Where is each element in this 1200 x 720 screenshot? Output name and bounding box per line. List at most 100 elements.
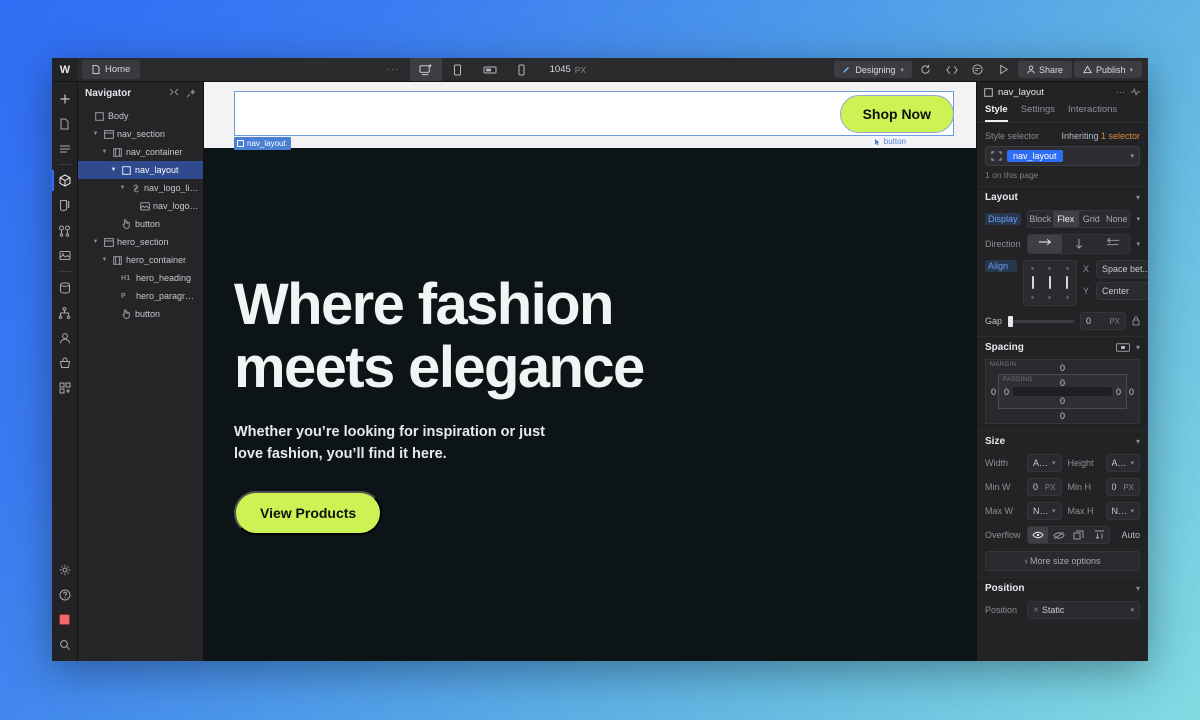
tab-settings[interactable]: Settings (1021, 104, 1055, 122)
breakpoint-tablet-icon[interactable] (442, 58, 474, 81)
chevron-down-icon-spacing[interactable]: ▾ (1136, 343, 1140, 352)
collapse-all-icon[interactable] (169, 88, 179, 98)
rail-logic-panel[interactable] (52, 300, 78, 325)
navigator-item-hero_paragraph[interactable]: Phero_paragraph (78, 287, 203, 305)
element-health-icon[interactable] (1130, 87, 1141, 97)
navigator-item-hero_section[interactable]: ▼ hero_section (78, 233, 203, 251)
code-icon[interactable] (940, 60, 964, 80)
rail-assets-panel[interactable] (52, 243, 78, 268)
gap-lock-icon[interactable] (1132, 316, 1140, 326)
shop-now-button[interactable]: Shop Now (839, 94, 954, 133)
selector-chip[interactable]: nav_layout (1007, 150, 1063, 162)
max-width-field[interactable]: None ▾ (1027, 502, 1062, 520)
navigator-item-hero_heading[interactable]: H1 hero_heading (78, 269, 203, 287)
share-button[interactable]: Share (1017, 61, 1072, 78)
disclosure-triangle-icon[interactable]: ▼ (118, 185, 127, 191)
rail-variables-panel[interactable] (52, 218, 78, 243)
navigator-item-nav_logo_link[interactable]: ▼ nav_logo_link (78, 179, 203, 197)
disclosure-triangle-icon[interactable]: ▼ (109, 167, 118, 173)
min-height-field[interactable]: 0 PX (1105, 478, 1140, 496)
rail-users-panel[interactable] (52, 325, 78, 350)
tab-style[interactable]: Style (985, 104, 1008, 122)
rail-style-manager-panel[interactable] (52, 193, 78, 218)
view-products-button[interactable]: View Products (234, 490, 383, 535)
align-x-select[interactable]: Space bet... ▾ (1096, 260, 1148, 278)
tab-interactions[interactable]: Interactions (1068, 104, 1117, 122)
overflow-scroll-icon[interactable] (1069, 527, 1089, 543)
chevron-down-icon-position[interactable]: ▾ (1136, 584, 1140, 593)
overflow-auto-label[interactable]: Auto (1116, 530, 1140, 540)
rail-add-panel[interactable] (52, 86, 78, 111)
margin-left-value[interactable]: 0 (991, 387, 996, 397)
more-size-options-button[interactable]: › More size options (985, 551, 1140, 571)
overflow-auto-icon[interactable] (1089, 527, 1109, 543)
rail-color-swatch-icon[interactable] (52, 607, 78, 632)
webflow-logo[interactable]: W (52, 58, 78, 81)
chevron-down-icon-direction[interactable]: ▾ (1136, 240, 1140, 248)
rail-navigator-panel[interactable] (52, 136, 78, 161)
padding-top-value[interactable]: 0 (1060, 378, 1065, 388)
navigator-item-body[interactable]: Body (78, 107, 203, 125)
toolbar-overflow-button[interactable]: ··· (377, 58, 410, 81)
breakpoint-mobile-icon[interactable] (506, 58, 538, 81)
height-field[interactable]: Auto ▾ (1105, 454, 1140, 472)
rail-components-panel[interactable] (52, 168, 78, 193)
rail-help-question-icon[interactable] (52, 582, 78, 607)
display-option-block[interactable]: Block (1028, 211, 1054, 227)
margin-bottom-value[interactable]: 0 (1060, 411, 1065, 421)
rail-search-icon[interactable] (52, 632, 78, 657)
chevron-down-icon-display[interactable]: ▾ (1136, 215, 1140, 223)
width-field[interactable]: Auto ▾ (1027, 454, 1062, 472)
overflow-hidden-icon[interactable] (1048, 527, 1068, 543)
publish-button[interactable]: Publish ▾ (1073, 61, 1143, 78)
gap-value-field[interactable]: 0 PX (1080, 312, 1126, 330)
comment-icon[interactable] (966, 60, 990, 80)
padding-bottom-value[interactable]: 0 (1060, 396, 1065, 406)
disclosure-triangle-icon[interactable]: ▼ (100, 149, 109, 155)
navigator-item-nav_section[interactable]: ▼ nav_section (78, 125, 203, 143)
disclosure-triangle-icon[interactable]: ▼ (91, 131, 100, 137)
refresh-icon[interactable] (914, 60, 938, 80)
navigator-item-nav_container[interactable]: ▼ nav_container (78, 143, 203, 161)
margin-top-value[interactable]: 0 (1060, 363, 1065, 373)
direction-row-reverse-icon[interactable] (1096, 235, 1130, 253)
display-option-none[interactable]: None (1104, 211, 1129, 227)
navigator-item-nav_layout[interactable]: ▼ nav_layout (78, 161, 203, 179)
pin-icon[interactable] (186, 88, 196, 98)
inheriting-link[interactable]: 1 selector (1101, 131, 1140, 141)
position-select[interactable]: ✕ Static ▾ (1027, 601, 1140, 619)
chevron-down-icon-selector[interactable]: ▾ (1130, 152, 1134, 160)
spacing-box-model[interactable]: MARGIN 0 0 0 0 PADDING 0 0 0 0 (985, 359, 1140, 424)
designing-mode-button[interactable]: Designing ▾ (834, 61, 912, 78)
display-option-flex[interactable]: Flex (1053, 211, 1079, 227)
nav-layout-selection-box[interactable]: Shop Now (234, 91, 954, 136)
padding-left-value[interactable]: 0 (1004, 387, 1009, 397)
navigator-item-hero_container[interactable]: ▼ hero_container (78, 251, 203, 269)
gap-slider[interactable] (1008, 315, 1074, 327)
disclosure-triangle-icon[interactable]: ▼ (91, 239, 100, 245)
disclosure-triangle-icon[interactable]: ▼ (100, 257, 109, 263)
navigator-item-nav_logo_ima[interactable]: nav_logo_ima… (78, 197, 203, 215)
direction-column-icon[interactable] (1062, 235, 1096, 253)
align-grid-control[interactable] (1023, 260, 1077, 306)
page-tab-home[interactable]: Home (82, 60, 141, 79)
rail-settings-gear-icon[interactable] (52, 557, 78, 582)
rail-pages-panel[interactable] (52, 111, 78, 136)
margin-right-value[interactable]: 0 (1129, 387, 1134, 397)
align-y-select[interactable]: Center ▾ (1096, 282, 1148, 300)
element-more-icon[interactable]: ··· (1116, 87, 1125, 97)
spacing-mode-icon[interactable] (1115, 343, 1130, 352)
display-option-grid[interactable]: Grid (1079, 211, 1105, 227)
direction-row-icon[interactable] (1028, 235, 1062, 253)
padding-box[interactable]: PADDING 0 0 0 0 (998, 374, 1127, 409)
chevron-down-icon-size[interactable]: ▾ (1136, 437, 1140, 446)
breakpoint-landscape-icon[interactable] (474, 58, 506, 81)
preview-icon[interactable] (992, 60, 1016, 80)
close-icon-position[interactable]: ✕ (1033, 606, 1039, 614)
navigator-item-button[interactable]: button (78, 215, 203, 233)
max-height-field[interactable]: None ▾ (1105, 502, 1140, 520)
chevron-down-icon-layout[interactable]: ▾ (1136, 193, 1140, 202)
rail-cms-panel[interactable] (52, 275, 78, 300)
padding-right-value[interactable]: 0 (1116, 387, 1121, 397)
min-width-field[interactable]: 0 PX (1027, 478, 1062, 496)
